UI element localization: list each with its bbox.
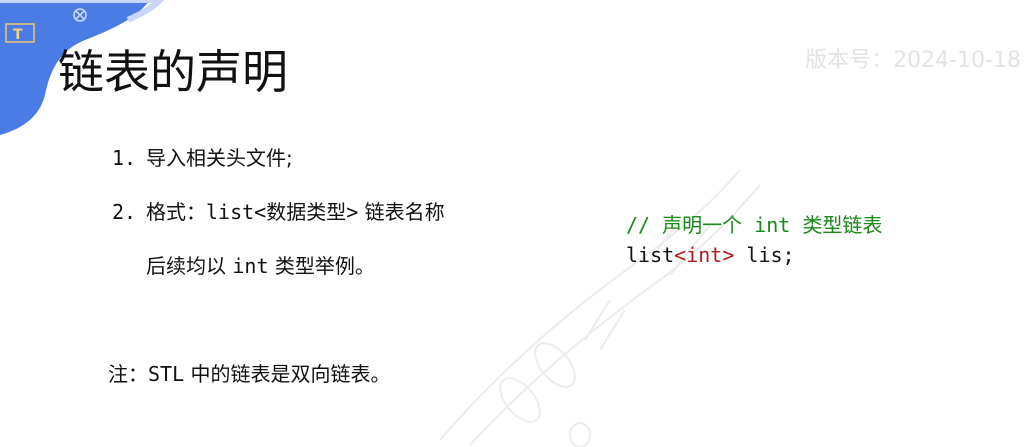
code-line: list<int> lis; — [626, 240, 882, 270]
code-comment: // 声明一个 int 类型链表 — [626, 213, 883, 237]
continuation-prefix: 后续均以 — [146, 254, 233, 278]
code-example: // 声明一个 int 类型链表 list<int> lis; — [626, 210, 882, 270]
slide-title: 链表的声明 — [58, 45, 288, 99]
continuation-text: 后续均以 int 类型举例。 — [146, 252, 375, 280]
item-label: 格式： — [146, 200, 206, 224]
note-code: STL — [148, 362, 185, 386]
item-number: 2. — [112, 200, 137, 224]
version-watermark: 版本号：2024-10-18 — [805, 48, 1021, 73]
list-item: 1. 导入相关头文件; — [112, 144, 293, 172]
code-keyword: list — [626, 243, 675, 267]
note: 注：STL 中的链表是双向链表。 — [108, 360, 390, 388]
svg-text:T: T — [13, 27, 23, 43]
format-code: list<数据类型> — [206, 200, 359, 224]
note-text: 中的链表是双向链表。 — [184, 362, 391, 386]
diagonal-watermark — [439, 169, 761, 447]
code-identifier: lis; — [734, 243, 795, 267]
note-label: 注： — [108, 362, 148, 386]
continuation-code: int — [232, 254, 269, 278]
item-text: 链表名称 — [358, 200, 445, 224]
item-number: 1. — [112, 146, 137, 170]
code-type-param: <int> — [674, 243, 735, 267]
continuation-suffix: 类型举例。 — [268, 254, 375, 278]
list-item: 2. 格式：list<数据类型> 链表名称 — [112, 198, 445, 226]
item-text: 导入相关头文件; — [146, 146, 293, 170]
